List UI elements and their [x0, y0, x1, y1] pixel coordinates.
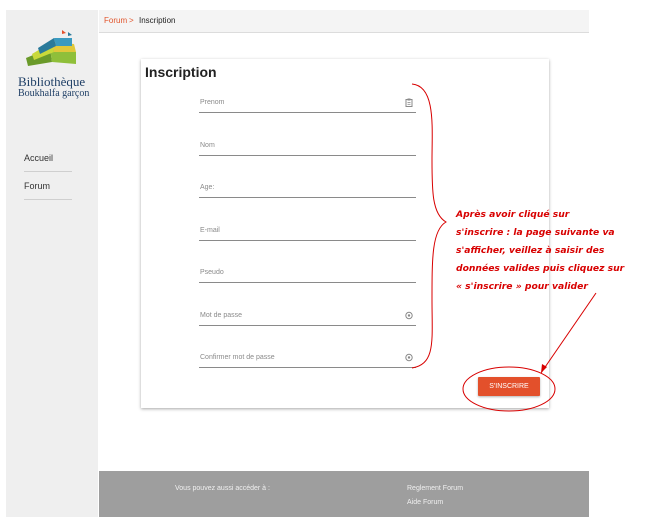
nom-field[interactable]: Nom — [199, 134, 416, 156]
annotation-line: « s'inscrire » pour valider — [456, 281, 588, 292]
annotation-text: Après avoir cliqué sur s'inscrire : la p… — [456, 206, 636, 296]
confirm-password-field[interactable]: Confirmer mot de passe — [199, 346, 416, 368]
sidebar: Bibliothèque Boukhalfa garçon Accueil Fo… — [6, 10, 98, 517]
brand-subtitle: Boukhalfa garçon — [18, 88, 90, 99]
footer: Vous pouvez aussi accéder à : Reglement … — [99, 471, 589, 517]
footer-link-reglement[interactable]: Reglement Forum — [407, 485, 463, 492]
confirm-password-label: Confirmer mot de passe — [200, 354, 275, 361]
age-label: Age: — [200, 184, 215, 191]
prenom-label: Prenom — [200, 99, 225, 106]
pseudo-label: Pseudo — [200, 269, 224, 276]
annotation-line: s'inscrire : la page suivante va — [456, 227, 615, 238]
annotation-line: Après avoir cliqué sur — [456, 209, 570, 220]
lock-icon — [405, 311, 413, 320]
breadcrumb-separator: > — [129, 16, 134, 25]
footer-link-aide[interactable]: Aide Forum — [407, 499, 443, 506]
breadcrumb-link-forum[interactable]: Forum — [104, 16, 127, 25]
email-field[interactable]: E-mail — [199, 219, 416, 241]
password-label: Mot de passe — [200, 312, 243, 319]
lock-icon — [405, 353, 413, 362]
footer-text: Vous pouvez aussi accéder à : — [175, 485, 270, 492]
breadcrumb-current: Inscription — [139, 16, 176, 25]
annotation-line: s'afficher, veillez à saisir des — [456, 245, 605, 256]
sidebar-item-forum[interactable]: Forum — [24, 181, 72, 200]
annotation-line: données valides puis cliquez sur — [456, 263, 625, 274]
email-label: E-mail — [200, 227, 220, 234]
signup-button[interactable]: S'INSCRIRE — [478, 377, 540, 396]
sidebar-item-accueil[interactable]: Accueil — [24, 153, 72, 172]
password-field[interactable]: Mot de passe — [199, 304, 416, 326]
breadcrumb: Forum > Inscription — [99, 10, 589, 33]
annotation-arrow-line — [540, 292, 597, 374]
clipboard-icon — [405, 98, 413, 107]
page-title: Inscription — [145, 64, 217, 80]
nom-label: Nom — [200, 142, 215, 149]
prenom-field[interactable]: Prenom — [199, 91, 416, 113]
age-field[interactable]: Age: — [199, 176, 416, 198]
pseudo-field[interactable]: Pseudo — [199, 261, 416, 283]
library-logo-icon — [26, 30, 76, 66]
